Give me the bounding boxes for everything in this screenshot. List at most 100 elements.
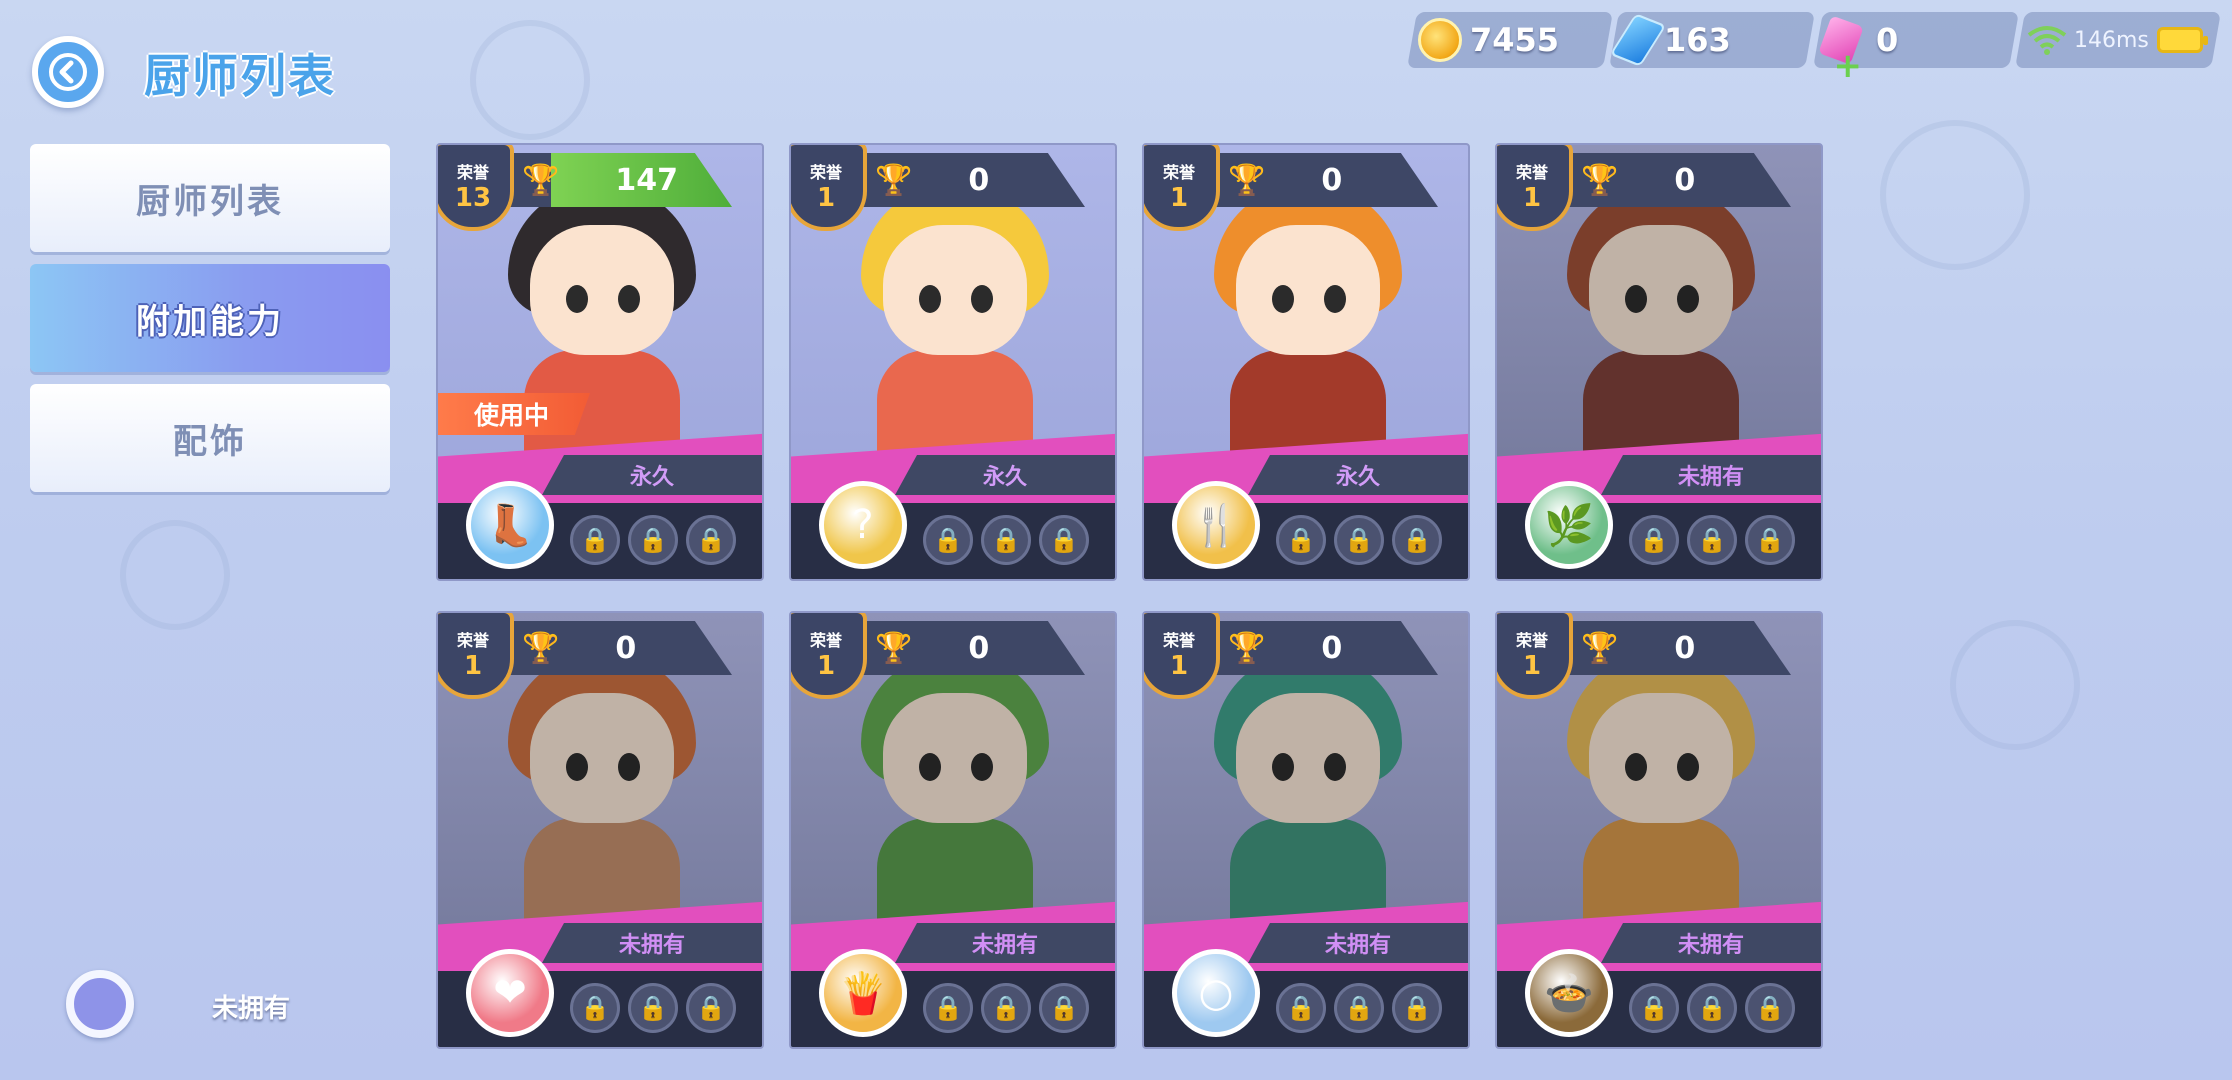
lock-icon[interactable]: 🔒 — [686, 515, 736, 565]
skill-glyph: ○ — [1198, 970, 1234, 1016]
lock-icon[interactable]: 🔒 — [923, 515, 973, 565]
chef-eye — [566, 285, 588, 313]
chef-eye — [618, 285, 640, 313]
lock-icon[interactable]: 🔒 — [1334, 983, 1384, 1033]
honor-level: 1 — [1169, 651, 1189, 681]
trophy-bar: 🏆 0 — [1559, 153, 1791, 207]
honor-level: 1 — [1522, 183, 1542, 213]
trophy-bar: 🏆 147 — [500, 153, 732, 207]
chef-card[interactable]: 荣誉 1 🏆 0 未拥有 🍟 🔒 🔒 🔒 — [789, 611, 1117, 1049]
trophy-bar: 🏆 0 — [1206, 621, 1438, 675]
skill-glyph: ❤ — [493, 970, 527, 1016]
chef-face — [530, 693, 674, 823]
trophy-bar: 🏆 0 — [1559, 621, 1791, 675]
background-doodle — [1880, 120, 2030, 270]
lock-icon[interactable]: 🔒 — [570, 515, 620, 565]
honor-level: 1 — [1522, 651, 1542, 681]
lock-icon[interactable]: 🔒 — [1687, 515, 1737, 565]
lock-icon[interactable]: 🔒 — [686, 983, 736, 1033]
chef-card[interactable]: 荣誉 1 🏆 0 未拥有 🌿 🔒 🔒 🔒 — [1495, 143, 1823, 581]
boot-icon[interactable]: 👢 — [466, 481, 554, 569]
honor-level: 1 — [1169, 183, 1189, 213]
honor-label: 荣誉 — [456, 631, 489, 650]
gold-utensils-icon[interactable]: 🍴 — [1172, 481, 1260, 569]
menu-accessories[interactable]: 配饰 — [30, 384, 390, 492]
skill-glyph: ? — [852, 502, 874, 548]
honor-label: 荣誉 — [1162, 631, 1195, 650]
honor-label: 荣誉 — [1515, 163, 1548, 182]
trophy-count: 0 — [968, 630, 990, 666]
lock-icon[interactable]: 🔒 — [1745, 515, 1795, 565]
menu-extra-ability[interactable]: 附加能力 — [30, 264, 390, 372]
heart-icon[interactable]: ❤ — [466, 949, 554, 1037]
chef-eye — [1272, 285, 1294, 313]
lock-icon[interactable]: 🔒 — [1334, 515, 1384, 565]
lock-icon[interactable]: 🔒 — [1392, 983, 1442, 1033]
trophy-icon: 🏆 — [875, 630, 913, 666]
background-doodle — [120, 520, 230, 630]
lock-icon[interactable]: 🔒 — [628, 983, 678, 1033]
herb-icon[interactable]: 🌿 — [1525, 481, 1613, 569]
unowned-filter-toggle[interactable] — [66, 970, 134, 1038]
lock-icon[interactable]: 🔒 — [1629, 983, 1679, 1033]
lock-icon[interactable]: 🔒 — [1276, 515, 1326, 565]
chef-card[interactable]: 荣誉 1 🏆 0 未拥有 🍲 🔒 🔒 🔒 — [1495, 611, 1823, 1049]
skill-glyph: 🍟 — [838, 970, 888, 1017]
ownership-tag: 未拥有 — [1601, 923, 1821, 963]
chef-face — [1236, 225, 1380, 355]
chef-face — [1236, 693, 1380, 823]
trophy-bar: 🏆 0 — [853, 153, 1085, 207]
lock-icon[interactable]: 🔒 — [628, 515, 678, 565]
honor-badge: 荣誉 1 — [1144, 613, 1220, 699]
page-title: 厨师列表 — [144, 49, 336, 103]
trophy-icon: 🏆 — [1228, 630, 1266, 666]
coin-counter[interactable]: 7455 — [1407, 12, 1613, 68]
lock-icon[interactable]: 🔒 — [1629, 515, 1679, 565]
honor-badge: 荣誉 1 — [1497, 145, 1573, 231]
chef-eye — [1324, 753, 1346, 781]
lock-icon[interactable]: 🔒 — [1039, 515, 1089, 565]
lock-icon[interactable]: 🔒 — [923, 983, 973, 1033]
mystery-box-icon[interactable]: ? — [819, 481, 907, 569]
honor-label: 荣誉 — [809, 631, 842, 650]
unowned-filter-label: 未拥有 — [212, 994, 291, 1024]
chef-card[interactable]: 荣誉 1 🏆 0 永久 ? 🔒 🔒 🔒 — [789, 143, 1117, 581]
background-doodle — [1950, 620, 2080, 750]
chef-card[interactable]: 荣誉 13 🏆 147 使用中 永久 👢 🔒 🔒 🔒 — [436, 143, 764, 581]
chef-face — [530, 225, 674, 355]
lock-icon[interactable]: 🔒 — [570, 983, 620, 1033]
gem-counter[interactable]: 163 — [1609, 12, 1815, 68]
chef-card[interactable]: 荣誉 1 🏆 0 永久 🍴 🔒 🔒 🔒 — [1142, 143, 1470, 581]
lock-icon[interactable]: 🔒 — [1745, 983, 1795, 1033]
chef-eye — [919, 753, 941, 781]
lock-icon[interactable]: 🔒 — [1276, 983, 1326, 1033]
cooking-pot-icon[interactable]: 🍲 — [1525, 949, 1613, 1037]
menu-chef-list[interactable]: 厨师列表 — [30, 144, 390, 252]
skill-glyph: 🌿 — [1544, 502, 1594, 549]
chef-face — [1589, 693, 1733, 823]
lock-icon[interactable]: 🔒 — [981, 983, 1031, 1033]
ownership-tag: 未拥有 — [1248, 923, 1468, 963]
honor-label: 荣誉 — [456, 163, 489, 182]
special-gem-counter[interactable]: + 0 — [1813, 12, 2019, 86]
honor-badge: 荣誉 13 — [438, 145, 514, 231]
chef-eye — [566, 753, 588, 781]
lock-icon[interactable]: 🔒 — [981, 515, 1031, 565]
chef-card[interactable]: 荣誉 1 🏆 0 未拥有 ○ 🔒 🔒 🔒 — [1142, 611, 1470, 1049]
honor-label: 荣誉 — [809, 163, 842, 182]
lock-icon[interactable]: 🔒 — [1039, 983, 1089, 1033]
honor-level: 13 — [454, 183, 492, 213]
honor-level: 1 — [816, 183, 836, 213]
chips-icon[interactable]: 🍟 — [819, 949, 907, 1037]
honor-label: 荣誉 — [1515, 631, 1548, 650]
back-arrow-icon — [49, 53, 87, 91]
chef-eye — [1677, 285, 1699, 313]
lock-icon[interactable]: 🔒 — [1392, 515, 1442, 565]
chef-face — [883, 693, 1027, 823]
lock-icon[interactable]: 🔒 — [1687, 983, 1737, 1033]
chef-card[interactable]: 荣誉 1 🏆 0 未拥有 ❤ 🔒 🔒 🔒 — [436, 611, 764, 1049]
back-button[interactable] — [32, 36, 104, 108]
chef-eye — [1677, 753, 1699, 781]
bubbles-icon[interactable]: ○ — [1172, 949, 1260, 1037]
ownership-tag: 永久 — [542, 455, 762, 495]
